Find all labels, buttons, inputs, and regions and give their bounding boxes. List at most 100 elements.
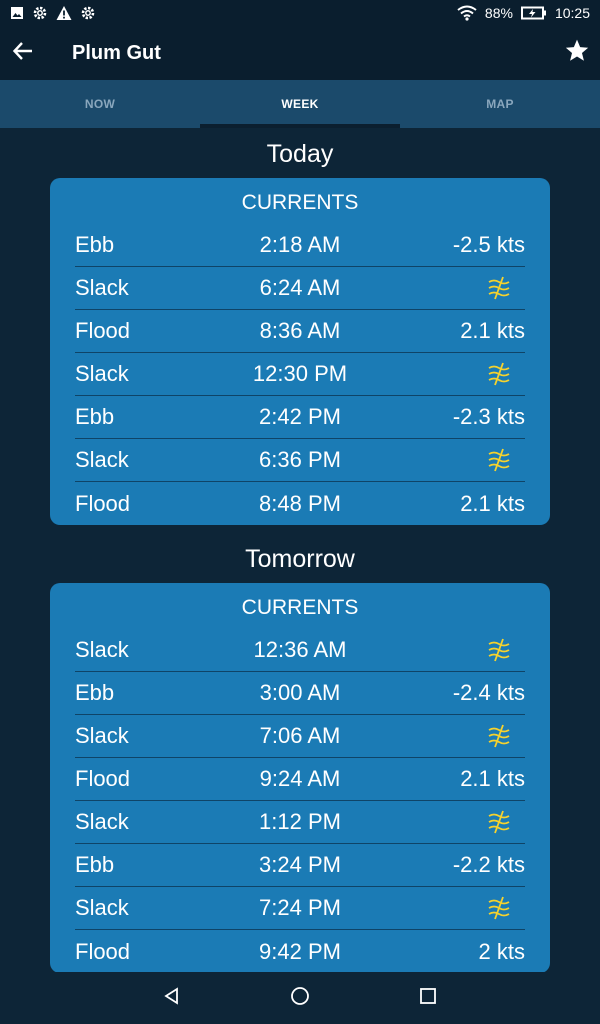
current-type: Slack [75,361,129,386]
star-icon [564,38,590,69]
arrow-left-icon [12,40,34,67]
current-row: Flood 8:36 AM 2.1 kts [75,310,525,353]
system-nav-bar [0,972,600,1024]
current-rows: Ebb 2:18 AM -2.5 kts Slack 6:24 AM Flood 8:36 … [75,224,525,525]
current-speed-cell [375,895,525,921]
currents-card-tomorrow: CURRENTS Slack 12:36 AM Ebb 3:00 AM -2.4 kts… [50,583,550,973]
status-bar: 88% 10:25 [0,0,600,26]
nav-back-button[interactable] [108,972,236,1024]
current-type: Flood [75,766,131,791]
current-time: 12:30 PM [252,361,348,386]
current-row: Ebb 3:00 AM -2.4 kts [75,672,525,715]
current-time: 2:18 AM [259,232,341,257]
current-row: Ebb 3:24 PM -2.2 kts [75,844,525,887]
current-speed: 2.1 kts [460,766,525,791]
current-row: Slack 6:36 PM [75,439,525,482]
nav-recents-button[interactable] [364,972,492,1024]
current-type: Ebb [75,232,115,257]
nav-home-button[interactable] [236,972,364,1024]
current-time: 3:24 PM [259,852,341,877]
tab-map[interactable]: MAP [400,80,600,128]
battery-charging-icon [520,6,547,20]
current-speed: -2.4 kts [452,680,525,705]
current-row: Slack 7:06 AM [75,715,525,758]
status-bar-left [10,5,96,21]
tab-bar: NOW WEEK MAP [0,80,600,128]
settings-notification-icon [32,5,48,21]
slack-current-icon [486,723,512,749]
current-row: Ebb 2:18 AM -2.5 kts [75,224,525,267]
current-speed: 2.1 kts [460,318,525,343]
current-type: Slack [75,275,129,300]
slack-current-icon [486,637,512,663]
week-content[interactable]: Today CURRENTS Ebb 2:18 AM -2.5 kts Slack 6:… [0,128,600,973]
slack-current-icon [486,809,512,835]
current-type: Ebb [75,852,115,877]
slack-current-icon [486,275,512,301]
current-time: 8:48 PM [259,490,341,516]
current-time: 7:24 PM [259,895,341,920]
current-speed: 2.1 kts [460,490,525,516]
clock: 10:25 [554,5,590,21]
app-bar: Plum Gut [0,26,600,80]
slack-current-icon [486,361,512,387]
card-title: CURRENTS [241,596,359,619]
back-button[interactable] [0,26,46,80]
current-type: Flood [75,938,131,964]
current-speed-cell [375,723,525,749]
current-speed-cell [375,275,525,301]
current-type: Ebb [75,680,115,705]
current-time: 2:42 PM [259,404,341,429]
current-row: Slack 1:12 PM [75,801,525,844]
tab-now[interactable]: NOW [0,80,200,128]
slack-current-icon [486,447,512,473]
current-type: Slack [75,637,129,662]
current-speed-cell [375,447,525,473]
current-type: Flood [75,318,131,343]
current-time: 8:36 AM [259,318,341,343]
current-type: Slack [75,723,129,748]
current-speed: -2.5 kts [452,232,525,257]
current-type: Ebb [75,404,115,429]
warning-notification-icon [56,5,72,21]
current-speed: 2 kts [478,938,525,964]
current-row: Slack 7:24 PM [75,887,525,930]
circle-home-icon [290,986,310,1011]
current-type: Slack [75,895,129,920]
page-title: Plum Gut [72,41,161,64]
triangle-back-icon [163,986,181,1010]
battery-percent: 88% [484,5,513,21]
day-heading-today: Today [266,140,334,168]
current-time: 6:36 PM [259,447,341,472]
current-speed-cell [375,637,525,663]
current-time: 9:42 PM [259,938,341,964]
current-time: 3:00 AM [259,680,341,705]
currents-card-today: CURRENTS Ebb 2:18 AM -2.5 kts Slack 6:24 AM F… [50,178,550,525]
current-row: Flood 9:42 PM 2 kts [75,930,525,973]
current-type: Slack [75,447,129,472]
current-row: Ebb 2:42 PM -2.3 kts [75,396,525,439]
current-row: Slack 12:30 PM [75,353,525,396]
current-time: 6:24 AM [259,275,341,300]
tab-week[interactable]: WEEK [200,80,400,128]
current-speed: -2.2 kts [452,852,525,877]
status-bar-right: 88% 10:25 [457,5,590,21]
slack-current-icon [486,895,512,921]
current-time: 7:06 AM [259,723,341,748]
favorite-button[interactable] [554,26,600,80]
current-time: 9:24 AM [259,766,341,791]
card-title: CURRENTS [241,191,359,214]
current-row: Slack 6:24 AM [75,267,525,310]
current-type: Flood [75,490,131,516]
current-row: Slack 12:36 AM [75,629,525,672]
image-notification-icon [10,6,24,20]
current-speed: -2.3 kts [452,404,525,429]
settings-notification-icon-2 [80,5,96,21]
current-row: Flood 8:48 PM 2.1 kts [75,482,525,525]
day-heading-tomorrow: Tomorrow [245,545,355,573]
current-speed-cell [375,361,525,387]
wifi-icon [457,5,477,21]
current-row: Flood 9:24 AM 2.1 kts [75,758,525,801]
square-recents-icon [419,987,437,1010]
current-time: 1:12 PM [259,809,341,834]
